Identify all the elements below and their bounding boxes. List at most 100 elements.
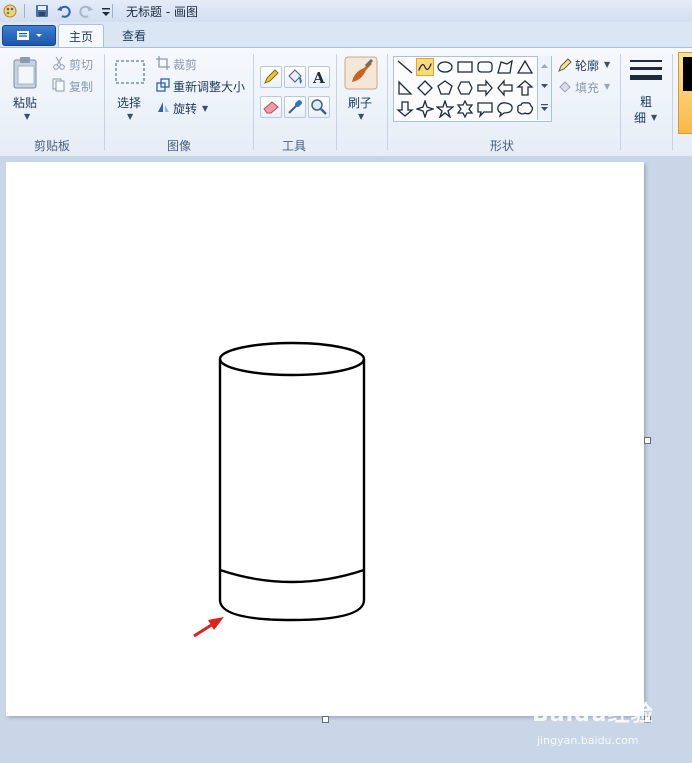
redo-icon[interactable] <box>78 3 94 19</box>
cylinder-inner-band <box>219 568 365 584</box>
group-separator <box>336 54 337 150</box>
svg-text:A: A <box>312 69 325 87</box>
line-shape-icon[interactable] <box>396 58 414 76</box>
app-menu-button[interactable] <box>2 25 56 46</box>
copy-icon <box>52 78 65 92</box>
color1-button[interactable] <box>678 52 692 134</box>
magnifier-icon <box>311 99 327 115</box>
right-arrow-shape-icon[interactable] <box>476 79 494 97</box>
brushes-button[interactable]: 刷子 <box>348 94 372 111</box>
oval-shape-icon[interactable] <box>436 58 454 76</box>
cylinder-top-ellipse <box>218 341 366 377</box>
image-group-label: 图像 <box>167 139 192 153</box>
color-picker-tool[interactable] <box>284 96 306 118</box>
outline-dropdown-arrow[interactable]: ▼ <box>604 60 610 69</box>
four-point-star-shape-icon[interactable] <box>416 100 434 118</box>
outline-button[interactable]: 轮廓 <box>575 57 599 74</box>
triangle-shape-icon[interactable] <box>516 58 534 76</box>
clipboard-group-label: 剪贴板 <box>34 139 71 153</box>
undo-icon[interactable] <box>56 3 72 19</box>
baidu-watermark-logo: Baidu经验 <box>532 702 654 727</box>
workspace: Baidu经验 jingyan.baidu.com <box>0 156 692 763</box>
brush-icon[interactable] <box>344 56 378 90</box>
fill-button[interactable]: 填充 <box>575 79 599 96</box>
rotate-button[interactable]: 旋转 <box>173 100 197 117</box>
eraser-icon <box>263 101 279 114</box>
tab-home[interactable]: 主页 <box>58 24 105 49</box>
pencil-icon <box>264 69 279 84</box>
pencil-tool[interactable] <box>260 66 282 88</box>
cylinder-drawing <box>218 341 366 622</box>
polygon-shape-icon[interactable] <box>496 58 514 76</box>
drawing-canvas[interactable] <box>6 162 644 716</box>
hexagon-shape-icon[interactable] <box>456 79 474 97</box>
rotate-dropdown-arrow[interactable]: ▼ <box>202 104 208 113</box>
shapes-group-label: 形状 <box>490 139 515 153</box>
group-separator <box>672 54 673 150</box>
tools-group-label: 工具 <box>282 139 307 153</box>
resize-icon <box>156 78 170 92</box>
pentagon-shape-icon[interactable] <box>436 79 454 97</box>
ribbon: 粘贴 ▼ 剪切 复制 剪贴板 选择 ▼ 裁剪 重新调整大小 旋转 ▼ 图像 A … <box>0 47 692 157</box>
paste-button[interactable]: 粘贴 <box>13 94 37 111</box>
paste-dropdown-arrow[interactable]: ▼ <box>24 112 30 121</box>
select-dropdown-arrow[interactable]: ▼ <box>127 112 133 121</box>
rectangle-callout-shape-icon[interactable] <box>476 100 494 118</box>
size-button-line2[interactable]: 细 <box>634 109 646 126</box>
rectangle-shape-icon[interactable] <box>456 58 474 76</box>
color1-swatch <box>683 57 692 91</box>
fill-dropdown-arrow[interactable]: ▼ <box>604 82 610 91</box>
cylinder-bottom-curve <box>218 599 366 622</box>
size-button-line1[interactable]: 粗 <box>640 93 652 110</box>
group-separator <box>253 54 254 150</box>
down-arrow-shape-icon[interactable] <box>396 100 414 118</box>
cut-button[interactable]: 剪切 <box>69 56 93 73</box>
save-icon[interactable] <box>34 3 50 19</box>
title-bar: 无标题 - 画图 <box>0 0 692 23</box>
outline-icon <box>558 58 572 72</box>
right-triangle-shape-icon[interactable] <box>396 79 414 97</box>
separator <box>24 4 25 18</box>
line-size-icon[interactable] <box>628 57 664 87</box>
six-point-star-shape-icon[interactable] <box>456 100 474 118</box>
select-button[interactable]: 选择 <box>117 94 141 111</box>
fill-tool[interactable] <box>284 66 306 88</box>
cut-icon <box>53 56 65 70</box>
copy-button[interactable]: 复制 <box>69 78 93 95</box>
app-menu-icon <box>17 31 42 40</box>
paste-icon[interactable] <box>10 56 42 90</box>
shapes-gallery <box>393 56 552 122</box>
curve-shape-icon[interactable] <box>416 58 434 76</box>
group-separator <box>620 54 621 150</box>
magnifier-tool[interactable] <box>308 96 330 118</box>
rotate-icon <box>158 102 169 112</box>
eraser-tool[interactable] <box>260 96 282 118</box>
up-arrow-shape-icon[interactable] <box>516 79 534 97</box>
baidu-watermark-url: jingyan.baidu.com <box>537 734 639 747</box>
gallery-scroll-arrows-icon <box>541 64 548 111</box>
paint-app-icon[interactable] <box>2 3 18 19</box>
rounded-rectangle-shape-icon[interactable] <box>476 58 494 76</box>
crop-button[interactable]: 裁剪 <box>173 56 197 73</box>
tab-view[interactable]: 查看 <box>112 24 156 48</box>
fill-shape-icon <box>559 81 571 93</box>
group-separator <box>387 54 388 150</box>
canvas-resize-handle-bottom[interactable] <box>322 716 329 723</box>
left-arrow-shape-icon[interactable] <box>496 79 514 97</box>
five-point-star-shape-icon[interactable] <box>436 100 454 118</box>
cloud-callout-shape-icon[interactable] <box>516 100 534 118</box>
shapes-gallery-scrollbar[interactable] <box>537 56 551 120</box>
resize-button[interactable]: 重新调整大小 <box>173 78 245 95</box>
size-dropdown-arrow[interactable]: ▼ <box>651 113 657 122</box>
red-arrow-annotation <box>193 617 224 638</box>
text-tool[interactable]: A <box>308 66 330 88</box>
text-icon: A <box>312 69 325 87</box>
brushes-dropdown-arrow[interactable]: ▼ <box>358 112 364 121</box>
select-icon[interactable] <box>114 58 146 86</box>
diamond-shape-icon[interactable] <box>416 79 434 97</box>
ribbon-tab-row: 主页 查看 <box>0 22 692 49</box>
oval-callout-shape-icon[interactable] <box>496 100 514 118</box>
canvas-drawing <box>193 341 366 638</box>
group-separator <box>104 54 105 150</box>
canvas-resize-handle-right[interactable] <box>644 437 651 444</box>
